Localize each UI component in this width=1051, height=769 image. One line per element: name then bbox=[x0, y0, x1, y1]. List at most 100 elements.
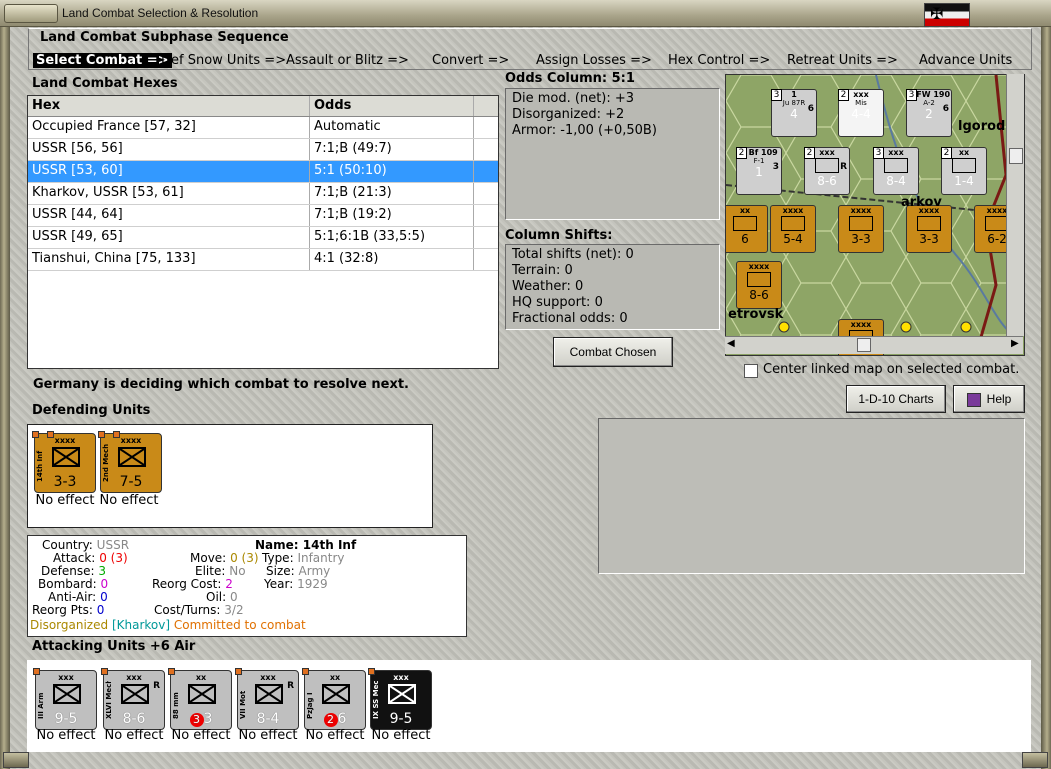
title-bar[interactable]: Land Combat Selection & Resolution ✠ bbox=[0, 0, 1051, 27]
map-unit-counter[interactable]: xxx 8-4 3 bbox=[873, 147, 919, 195]
column-header-hex[interactable]: Hex bbox=[28, 96, 310, 116]
map-unit-counter[interactable]: xxxx 3-3 bbox=[838, 205, 884, 253]
map-unit-corner: R bbox=[840, 162, 847, 172]
column-shifts-box: Total shifts (net): 0 Terrain: 0 Weather… bbox=[505, 244, 720, 330]
step-assault-or-blitz: Assault or Blitz => bbox=[286, 53, 409, 68]
location-status: [Kharkov] bbox=[111, 618, 171, 632]
defending-unit-counter[interactable]: xxxx 14th Inf 3-3 bbox=[32, 431, 96, 493]
map-unit-value: 3-3 bbox=[919, 232, 939, 246]
help-button[interactable]: Help bbox=[953, 385, 1025, 413]
table-row[interactable]: USSR [49, 65] 5:1;6:1B (33,5:5) bbox=[28, 227, 498, 249]
map-unit-top: xxxx bbox=[850, 206, 872, 215]
map-unit-counter[interactable]: xxx 8-6 R 2 bbox=[804, 147, 850, 195]
unit-symbol-icon bbox=[952, 158, 976, 173]
move-value: 0 bbox=[230, 551, 238, 565]
hexes-table[interactable]: Hex Odds Occupied France [57, 32] Automat… bbox=[27, 95, 499, 369]
odds-line: Armor: -1,00 (+0,50B) bbox=[512, 123, 657, 138]
window-corner-left bbox=[3, 752, 29, 768]
table-row[interactable]: USSR [56, 56] 7:1;B (49:7) bbox=[28, 139, 498, 161]
unit-reserve-mark: R bbox=[153, 681, 160, 691]
map-unit-value: 1-4 bbox=[954, 174, 974, 188]
linked-map[interactable]: 1 Ju 87R 4 6 3 xxx Mis 4-4 2 7 FW 190 A-2 2 6 3 5 Bf 1… bbox=[725, 74, 1025, 356]
map-unit-value: 8-6 bbox=[817, 174, 837, 188]
column-header-odds[interactable]: Odds bbox=[310, 96, 474, 116]
map-vertical-scrollbar[interactable] bbox=[1006, 74, 1024, 336]
map-unit-counter[interactable]: xxxx 3-3 bbox=[906, 205, 952, 253]
unit-strength-value: 9-5 bbox=[54, 711, 78, 727]
attacking-unit-counter[interactable]: xx PzJag I26 bbox=[302, 668, 366, 730]
unit-strength: 33 bbox=[171, 711, 231, 727]
map-unit-value: 5-4 bbox=[783, 232, 803, 246]
odds-cell: 7:1;B (21:3) bbox=[310, 183, 474, 204]
unit-strength-value: 6 bbox=[337, 711, 347, 727]
attacking-unit-counter[interactable]: xxx XLVI Mech R 8-6 bbox=[101, 668, 165, 730]
unit-strength-value: 8-6 bbox=[122, 711, 146, 727]
map-unit-value: 6 bbox=[741, 232, 749, 246]
map-stack-count: 2 bbox=[941, 147, 952, 159]
map-unit-counter[interactable]: xx 6 bbox=[726, 205, 768, 253]
size-label: Size: bbox=[266, 564, 295, 578]
map-air-counter[interactable]: 1 Ju 87R 4 6 3 bbox=[771, 89, 817, 137]
step-advance-units: Advance Units bbox=[919, 53, 1013, 68]
unit-reserve-mark: R bbox=[287, 681, 294, 691]
hex-cell: Kharkov, USSR [53, 61] bbox=[28, 183, 310, 204]
map-unit-counter[interactable]: xxx Mis 4-4 2 bbox=[838, 89, 884, 137]
map-unit-counter[interactable]: xxxx 8-6 bbox=[736, 261, 782, 309]
hex-cell: USSR [56, 56] bbox=[28, 139, 310, 160]
map-unit-value: 4-4 bbox=[851, 107, 871, 121]
shift-line: HQ support: 0 bbox=[512, 295, 603, 310]
defense-label: Defense: bbox=[41, 564, 95, 578]
map-horizontal-scrollbar[interactable]: ◀ ▶ bbox=[725, 336, 1023, 354]
map-air-counter[interactable]: 5 Bf 109 F-1 1 3 2 bbox=[736, 147, 782, 195]
unit-strength: 3-3 bbox=[53, 474, 77, 490]
scroll-right-arrow-icon[interactable]: ▶ bbox=[1011, 339, 1021, 349]
map-air-counter[interactable]: 7 FW 190 A-2 2 6 3 bbox=[906, 89, 952, 137]
vertical-scroll-thumb[interactable] bbox=[1009, 148, 1023, 164]
year-value: 1929 bbox=[297, 577, 328, 591]
move-label: Move: bbox=[190, 551, 227, 565]
system-menu-button[interactable] bbox=[4, 4, 58, 23]
oil-label: Oil: bbox=[206, 590, 227, 604]
attacking-unit-counter[interactable]: xx 88 mm 3 3 bbox=[168, 668, 232, 730]
horizontal-scroll-thumb[interactable] bbox=[857, 338, 871, 352]
attacking-unit-counter[interactable]: xxx III Arm 9-5 bbox=[33, 668, 97, 730]
scroll-left-arrow-icon[interactable]: ◀ bbox=[727, 339, 737, 349]
unit-info-panel: Country: USSR Attack: 0 (3) Defense: 3 B… bbox=[27, 535, 467, 637]
disorganized-status: Disorganized bbox=[30, 618, 109, 632]
odds-line: Die mod. (net): +3 bbox=[512, 91, 635, 106]
mech-symbol-icon bbox=[118, 447, 146, 467]
charts-button[interactable]: 1-D-10 Charts bbox=[846, 385, 946, 413]
hex-cell: USSR [44, 64] bbox=[28, 205, 310, 226]
unit-symbol-icon bbox=[53, 684, 81, 704]
odds-details-box: Die mod. (net): +3 Disorganized: +2 Armo… bbox=[505, 88, 720, 220]
table-row[interactable]: Kharkov, USSR [53, 61] 7:1;B (21:3) bbox=[28, 183, 498, 205]
type-label: Type: bbox=[262, 551, 294, 565]
attacking-unit-counter[interactable]: xxx VII Mot R 8-4 bbox=[235, 668, 299, 730]
map-unit-top: xx bbox=[739, 206, 751, 215]
defending-unit-counter[interactable]: xxxx 2nd Mech 7-5 bbox=[98, 431, 162, 493]
germany-flag-icon: ✠ bbox=[924, 3, 970, 27]
table-row[interactable]: Occupied France [57, 32] Automatic bbox=[28, 117, 498, 139]
map-unit-counter[interactable]: xx 1-4 2 bbox=[941, 147, 987, 195]
attacking-unit-counter[interactable]: xxx IX SS Mech 9-5 bbox=[368, 668, 432, 730]
unit-strength: 8-6 bbox=[104, 711, 164, 727]
window-left-border bbox=[0, 24, 10, 769]
map-unit-corner: 3 bbox=[772, 162, 779, 172]
odds-cell: 4:1 (32:8) bbox=[310, 249, 474, 270]
name-value: 14th Inf bbox=[302, 538, 357, 552]
hexes-table-header: Hex Odds bbox=[28, 96, 498, 117]
table-row-selected[interactable]: USSR [53, 60] 5:1 (50:10) bbox=[28, 161, 498, 183]
attacking-units-panel: xxx III Arm 9-5 No effect xxx XLVI Mech R 8-6 No… bbox=[27, 660, 1031, 752]
move-mod: (3) bbox=[241, 551, 259, 565]
unit-strength: 8-4 bbox=[238, 711, 298, 727]
center-map-checkbox[interactable] bbox=[744, 364, 758, 378]
odds-cell: 7:1;B (19:2) bbox=[310, 205, 474, 226]
table-row[interactable]: USSR [44, 64] 7:1;B (19:2) bbox=[28, 205, 498, 227]
hex-cell: Tianshui, China [75, 133] bbox=[28, 249, 310, 270]
combat-chosen-button[interactable]: Combat Chosen bbox=[553, 337, 673, 367]
committed-status: Committed to combat bbox=[173, 618, 306, 632]
table-row[interactable]: Tianshui, China [75, 133] 4:1 (32:8) bbox=[28, 249, 498, 271]
map-unit-top: xxxx bbox=[782, 206, 804, 215]
map-unit-counter[interactable]: xxxx 5-4 bbox=[770, 205, 816, 253]
map-stack-count: 2 bbox=[838, 89, 849, 101]
